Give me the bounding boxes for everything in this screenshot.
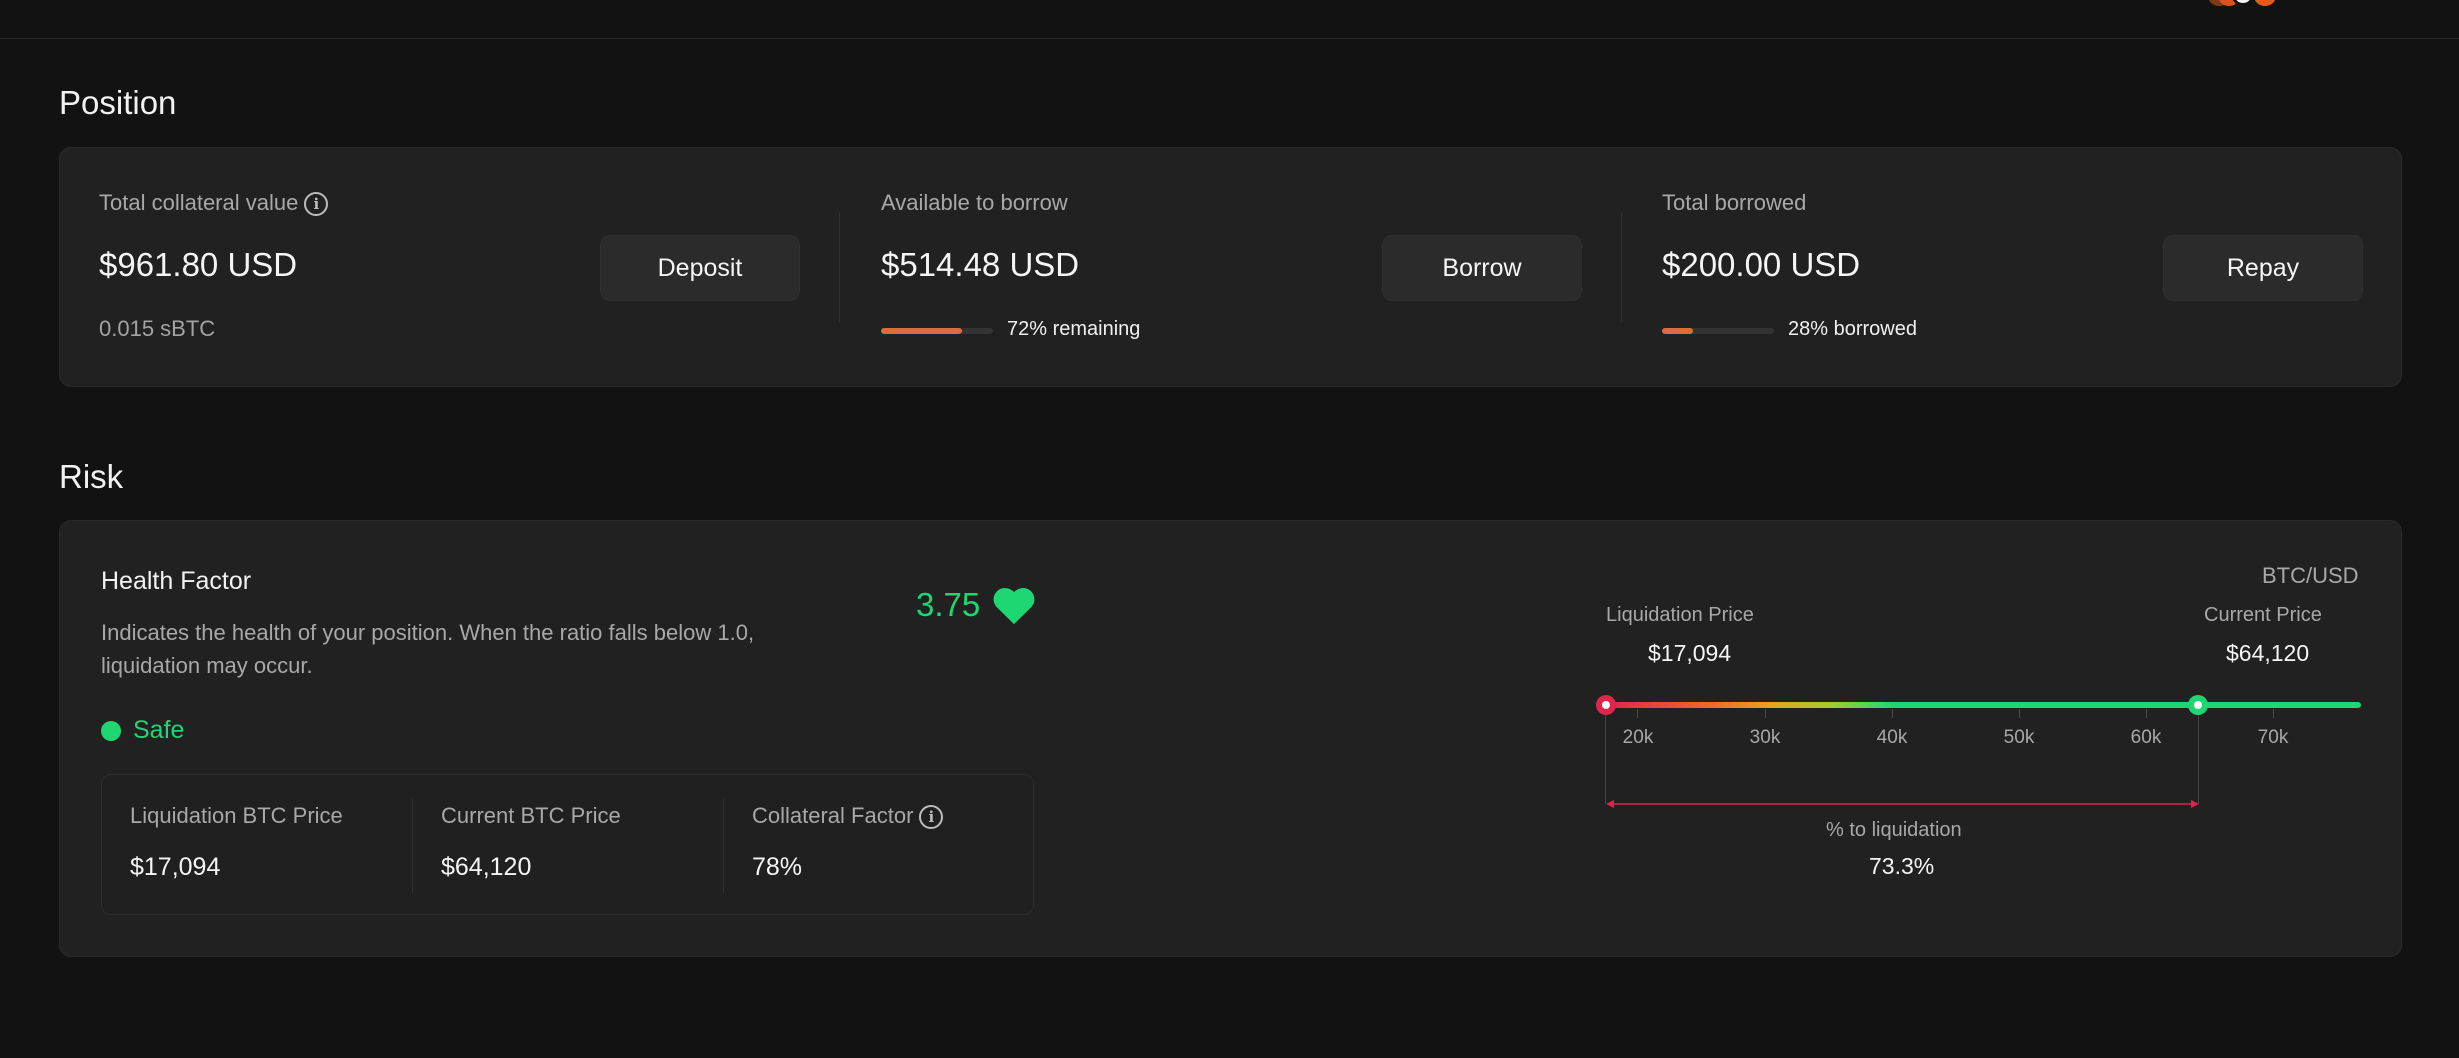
collateral-label-row: Total collateral value i <box>99 190 329 217</box>
tick-label: 30k <box>1749 727 1781 748</box>
avatar <box>2254 0 2276 6</box>
divider <box>1621 212 1622 322</box>
tick-mark <box>1892 709 1893 718</box>
health-factor-value: 3.75 <box>916 586 981 623</box>
avatar <box>2232 0 2254 6</box>
status-text: Safe <box>133 716 185 744</box>
tick-label: 50k <box>2003 727 2035 748</box>
status-dot-icon <box>101 720 121 741</box>
deposit-button[interactable]: Deposit <box>600 235 800 301</box>
info-icon[interactable]: i <box>304 192 329 217</box>
liquidation-price-value: $17,094 <box>1648 640 1732 666</box>
tick-mark <box>1637 709 1638 718</box>
distance-arrow <box>1606 795 2199 813</box>
stat-label-row: Collateral Factor i <box>752 803 944 830</box>
divider <box>723 799 724 893</box>
current-price-marker <box>2188 695 2208 715</box>
tick-label: 40k <box>1876 727 1908 748</box>
stat-label: Collateral Factor <box>752 803 914 828</box>
section-title-position: Position <box>59 84 177 121</box>
risk-stats-box: Liquidation BTC Price $17,094 Current BT… <box>101 774 1034 915</box>
heart-icon <box>992 585 1036 625</box>
tick-label: 70k <box>2257 727 2289 748</box>
stat-value: 78% <box>752 853 803 881</box>
pair-label: BTC/USD <box>2262 563 2359 588</box>
liquidation-marker <box>1596 695 1616 715</box>
liquidation-guide-line <box>1605 712 1606 804</box>
tick-mark <box>2273 709 2274 718</box>
top-bar <box>0 0 2459 39</box>
borrowed-progress-bar <box>1662 328 1774 334</box>
available-label: Available to borrow <box>881 190 1068 215</box>
liquidation-price-label: Liquidation Price <box>1606 604 1754 626</box>
stat-value: $17,094 <box>130 853 221 881</box>
available-progress-text: 72% remaining <box>1007 318 1141 340</box>
repay-button[interactable]: Repay <box>2163 235 2363 301</box>
tick-label: 20k <box>1622 727 1654 748</box>
collateral-label: Total collateral value <box>99 190 299 215</box>
tick-label: 60k <box>2130 727 2162 748</box>
distance-value: 73.3% <box>1869 853 1935 879</box>
available-value: $514.48 USD <box>881 246 1080 283</box>
tick-mark <box>2019 709 2020 718</box>
distance-label: % to liquidation <box>1826 819 1962 841</box>
current-price-value: $64,120 <box>2226 640 2310 666</box>
stat-label: Current BTC Price <box>441 803 621 828</box>
stat-value: $64,120 <box>441 853 532 881</box>
borrow-button[interactable]: Borrow <box>1382 235 1582 301</box>
collateral-sub: 0.015 sBTC <box>99 316 216 341</box>
risk-card: Health Factor Indicates the health of yo… <box>59 520 2402 957</box>
divider <box>412 799 413 893</box>
price-gauge-track <box>1606 702 2361 708</box>
current-price-label: Current Price <box>2204 604 2322 626</box>
tick-mark <box>2146 709 2147 718</box>
description-line: liquidation may occur. <box>101 653 313 678</box>
section-title-risk: Risk <box>59 458 124 495</box>
available-progress-fill <box>881 328 962 334</box>
collateral-value: $961.80 USD <box>99 246 298 283</box>
borrowed-progress-fill <box>1662 328 1694 334</box>
position-card: Total collateral value i $961.80 USD 0.01… <box>59 147 2402 387</box>
borrowed-value: $200.00 USD <box>1662 246 1861 283</box>
stat-label: Liquidation BTC Price <box>130 803 343 828</box>
status-badge: Safe <box>101 716 184 745</box>
description-line: Indicates the health of your position. W… <box>101 620 755 645</box>
borrowed-progress-text: 28% borrowed <box>1788 318 1917 340</box>
tick-mark <box>1765 709 1766 718</box>
avatar-group[interactable] <box>2208 0 2308 6</box>
health-factor-title: Health Factor <box>101 567 252 595</box>
borrowed-label: Total borrowed <box>1662 190 1807 215</box>
health-factor-description: Indicates the health of your position. W… <box>101 616 754 682</box>
divider <box>839 212 840 322</box>
current-guide-line <box>2198 712 2199 804</box>
info-icon[interactable]: i <box>919 805 944 830</box>
available-progress-bar <box>881 328 993 334</box>
